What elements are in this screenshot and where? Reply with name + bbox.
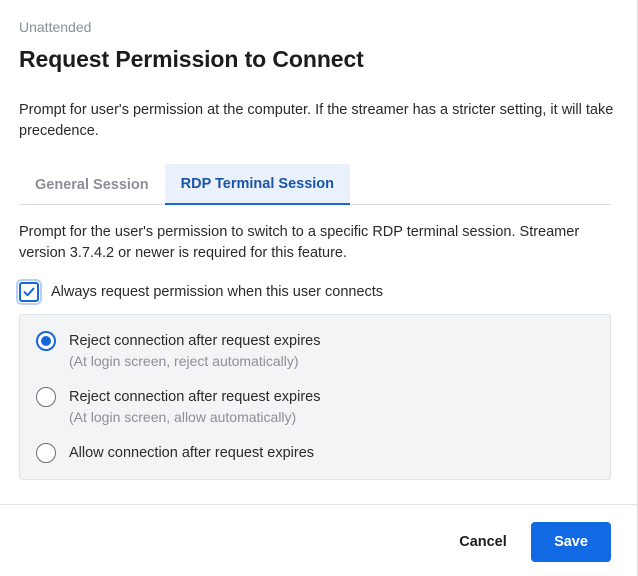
request-permission-dialog: Unattended Request Permission to Connect… xyxy=(0,0,638,576)
tab-rdp-terminal-session[interactable]: RDP Terminal Session xyxy=(164,164,351,205)
always-request-permission-checkbox[interactable] xyxy=(16,279,42,305)
always-request-permission-row[interactable]: Always request permission when this user… xyxy=(16,279,384,305)
option-reject-allow[interactable]: Reject connection after request expires … xyxy=(36,387,320,427)
option-allow[interactable]: Allow connection after request expires xyxy=(36,443,314,463)
tab-general-session[interactable]: General Session xyxy=(19,164,165,205)
dialog-title: Request Permission to Connect xyxy=(19,46,364,72)
option-label: Allow connection after request expires xyxy=(69,445,315,461)
dialog-footer: Cancel Save xyxy=(0,504,638,576)
tab-description: Prompt for the user's permission to swit… xyxy=(19,224,580,261)
cancel-button[interactable]: Cancel xyxy=(444,522,522,562)
checkmark-icon xyxy=(23,287,35,297)
radio-allow[interactable] xyxy=(36,443,56,463)
expiry-options-panel: Reject connection after request expires … xyxy=(19,314,611,480)
checkbox-label: Always request permission when this user… xyxy=(51,284,384,300)
option-reject-reject[interactable]: Reject connection after request expires … xyxy=(36,331,320,371)
option-label: Reject connection after request expires xyxy=(69,333,321,349)
dialog-description: Prompt for user's permission at the comp… xyxy=(19,102,614,139)
save-button[interactable]: Save xyxy=(531,522,611,562)
option-sublabel: (At login screen, allow automatically) xyxy=(69,409,297,425)
dialog-eyebrow: Unattended xyxy=(19,19,92,35)
option-label: Reject connection after request expires xyxy=(69,389,321,405)
option-sublabel: (At login screen, reject automatically) xyxy=(69,353,299,369)
radio-reject-allow[interactable] xyxy=(36,387,56,407)
radio-reject-reject[interactable] xyxy=(36,331,56,351)
session-tabs: General Session RDP Terminal Session xyxy=(19,164,611,205)
